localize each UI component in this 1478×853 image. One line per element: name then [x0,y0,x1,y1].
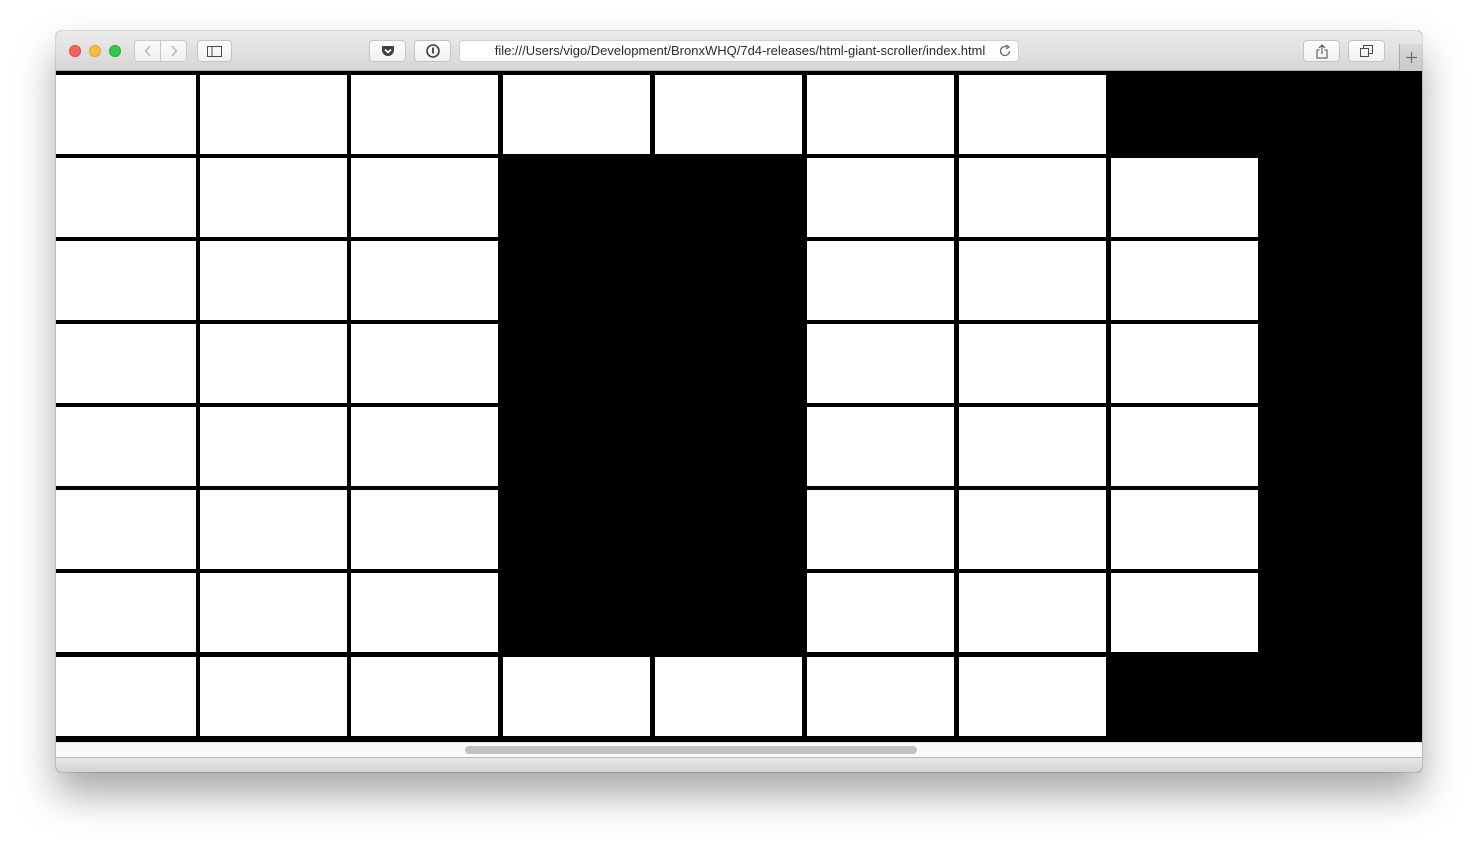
minimize-window-button[interactable] [89,45,101,57]
new-tab-icon [1406,52,1417,63]
scrollbar-thumb[interactable] [465,746,917,754]
grid-tile [56,657,196,736]
grid-tile [1111,573,1258,652]
forward-button[interactable] [160,41,186,61]
sidebar-button[interactable] [197,40,232,62]
grid-tile [959,407,1106,486]
back-button[interactable] [135,41,160,61]
grid-tile [200,324,347,403]
grid-tile [351,158,498,237]
new-tab-button[interactable] [1399,44,1422,71]
grid-tile [351,407,498,486]
grid-tile [56,75,196,154]
navigation-buttons [134,40,187,62]
grid-tile [351,657,498,736]
grid-tile [200,407,347,486]
grid-tile [56,490,196,569]
grid-tile [959,490,1106,569]
browser-window: file:///Users/vigo/Development/BronxWHQ/… [56,31,1422,772]
grid-tile [200,490,347,569]
grid-tile [959,241,1106,320]
grid-tile [56,158,196,237]
grid-tile [807,490,954,569]
zoom-window-button[interactable] [109,45,121,57]
reload-icon[interactable] [998,44,1012,58]
grid-tile [351,324,498,403]
grid-tile [351,573,498,652]
grid-tile [200,75,347,154]
page-content [56,71,1422,742]
horizontal-scrollbar[interactable] [56,742,1422,757]
info-button[interactable] [414,40,451,62]
grid-tile [959,573,1106,652]
share-button[interactable] [1303,40,1340,62]
address-url[interactable]: file:///Users/vigo/Development/BronxWHQ/… [460,41,988,61]
grid-tile [807,407,954,486]
grid-tile [351,75,498,154]
grid-tile [200,573,347,652]
grid-tile [807,241,954,320]
share-icon [1316,43,1327,58]
grid-tile [1111,407,1258,486]
grid-tile [56,573,196,652]
grid-tile [351,490,498,569]
pocket-icon [381,46,394,56]
tabs-icon [1360,45,1373,57]
grid-tile [1111,158,1258,237]
grid-tile [351,241,498,320]
grid-tile [807,657,954,736]
forward-icon [170,45,177,57]
grid-tile [655,657,802,736]
grid-tile [807,158,954,237]
grid-tile [200,158,347,237]
grid-tile [56,324,196,403]
grid-tile [807,324,954,403]
grid-tile [56,407,196,486]
grid-tile [655,75,802,154]
address-bar[interactable]: file:///Users/vigo/Development/BronxWHQ/… [459,40,1019,62]
grid-tile [56,241,196,320]
grid-tile [959,75,1106,154]
grid-tile [1111,490,1258,569]
pocket-button[interactable] [369,40,406,62]
tabs-overview-button[interactable] [1348,40,1385,62]
grid-tile [1111,241,1258,320]
status-bar [56,757,1422,772]
info-icon [425,44,440,58]
grid-tile [959,324,1106,403]
grid-tile [503,657,650,736]
grid-tile [959,158,1106,237]
grid-tile [200,241,347,320]
sidebar-icon [207,45,222,57]
back-icon [144,45,151,57]
close-window-button[interactable] [69,45,81,57]
grid-tile [1111,324,1258,403]
grid-tile [503,75,650,154]
grid-tile [807,573,954,652]
browser-toolbar: file:///Users/vigo/Development/BronxWHQ/… [56,31,1422,71]
grid-tile [959,657,1106,736]
grid-tile [200,657,347,736]
grid-tile [807,75,954,154]
